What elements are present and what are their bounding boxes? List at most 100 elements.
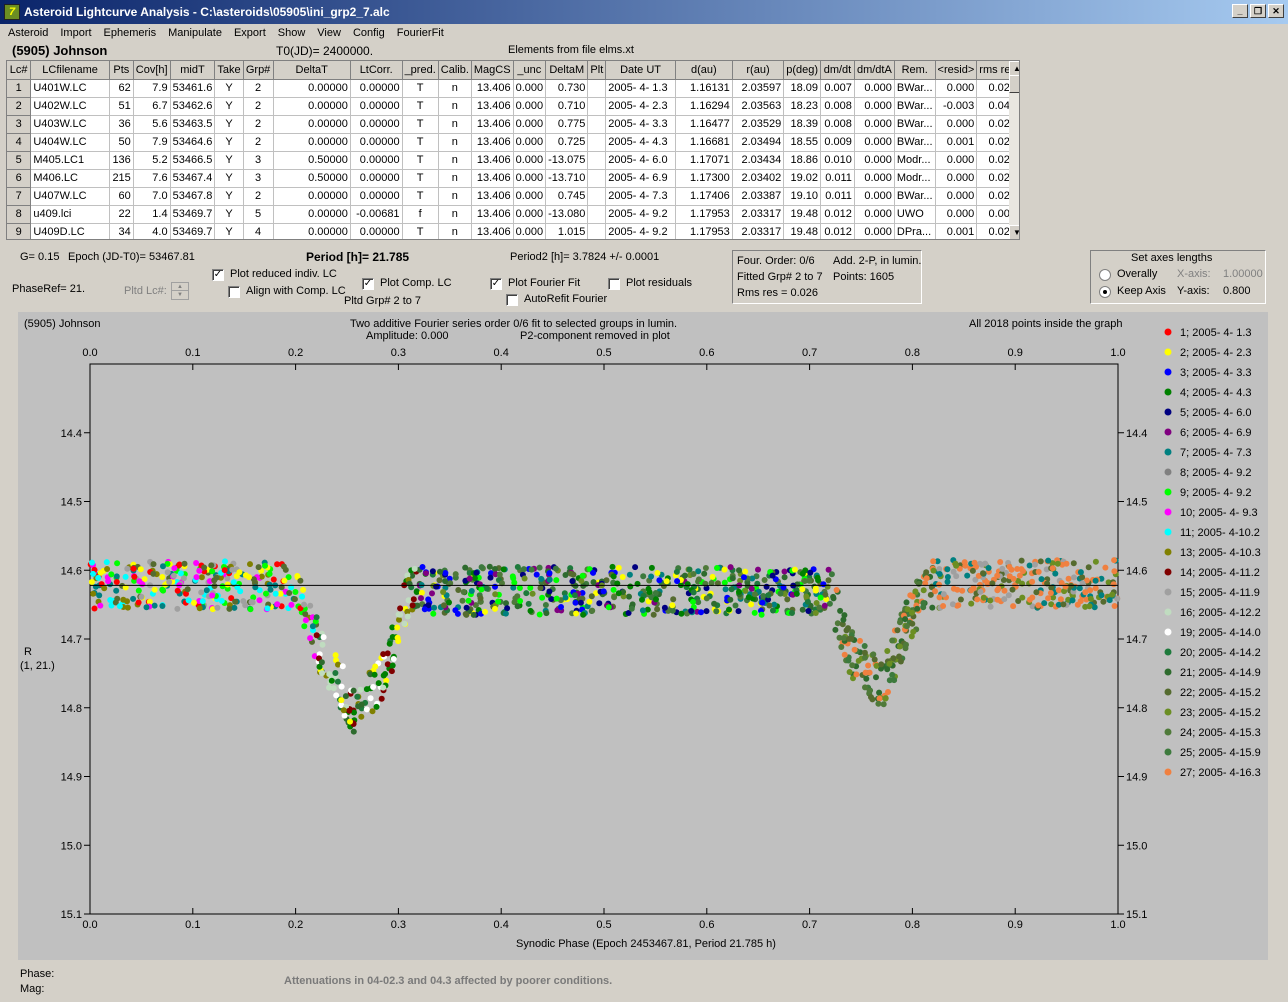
table-cell[interactable]: 13.406	[471, 205, 514, 224]
table-cell[interactable]: Modr...	[894, 169, 936, 188]
table-cell[interactable]: 13.406	[471, 151, 514, 170]
table-row[interactable]: 4 U404W.LC 50 7.9 53464.6 Y 2 0.00000 0.00000 Tn 1…	[7, 133, 1019, 152]
table-cell[interactable]	[587, 223, 607, 239]
menu-manipulate[interactable]: Manipulate	[162, 24, 228, 42]
row-number[interactable]: 3	[7, 115, 32, 134]
table-row[interactable]: 2 U402W.LC 51 6.7 53462.6 Y 2 0.00000 0.00000 Tn 1…	[7, 97, 1019, 116]
table-cell[interactable]: 7.9	[133, 79, 171, 98]
table-cell[interactable]: 18.09	[783, 79, 822, 98]
column-header[interactable]: Date UT	[605, 61, 676, 80]
menu-asteroid[interactable]: Asteroid	[2, 24, 54, 42]
table-cell[interactable]: 4.0	[133, 223, 171, 239]
table-cell[interactable]: 0.00000	[350, 133, 403, 152]
table-cell[interactable]: 0.011	[820, 169, 855, 188]
table-cell[interactable]: Y	[214, 223, 244, 239]
table-cell[interactable]: Y	[214, 151, 244, 170]
table-cell[interactable]: -0.00681	[350, 205, 403, 224]
table-cell[interactable]: T	[402, 115, 439, 134]
table-cell[interactable]: U409D.LC	[30, 223, 110, 239]
table-cell[interactable]: 0.000	[935, 169, 978, 188]
row-number[interactable]: 1	[7, 79, 32, 98]
table-cell[interactable]: 0.00000	[350, 223, 403, 239]
table-cell[interactable]: 0.000	[854, 79, 895, 98]
table-cell[interactable]: 0.775	[545, 115, 589, 134]
table-cell[interactable]: 0.000	[513, 187, 547, 206]
column-header[interactable]: <resid>	[935, 61, 978, 80]
table-cell[interactable]: 3	[243, 151, 274, 170]
table-cell[interactable]: 2005- 4- 6.0	[605, 151, 676, 170]
table-cell[interactable]: 1.17300	[675, 169, 733, 188]
menu-fourierfit[interactable]: FourierFit	[391, 24, 450, 42]
table-cell[interactable]: 0.012	[820, 205, 855, 224]
table-cell[interactable]: n	[438, 223, 472, 239]
table-cell[interactable]: 2.03434	[732, 151, 785, 170]
table-cell[interactable]: 53462.6	[170, 97, 216, 116]
table-cell[interactable]: 2005- 4- 9.2	[605, 205, 676, 224]
menu-export[interactable]: Export	[228, 24, 272, 42]
column-header[interactable]: MagCS	[471, 61, 514, 80]
table-cell[interactable]: 13.406	[471, 187, 514, 206]
table-cell[interactable]: 22	[109, 205, 134, 224]
table-cell[interactable]: 1.015	[545, 223, 589, 239]
plot-residuals-checkbox[interactable]	[608, 278, 620, 290]
table-cell[interactable]: 0.000	[513, 205, 547, 224]
table-cell[interactable]: 1.17953	[675, 205, 733, 224]
table-cell[interactable]: BWar...	[894, 133, 936, 152]
table-cell[interactable]: Y	[214, 97, 244, 116]
table-cell[interactable]: 0.000	[854, 169, 895, 188]
row-number[interactable]: 5	[7, 151, 32, 170]
column-header[interactable]: LtCorr.	[350, 61, 403, 80]
menu-view[interactable]: View	[311, 24, 347, 42]
table-cell[interactable]: 7.9	[133, 133, 171, 152]
column-header[interactable]: midT	[170, 61, 216, 80]
column-header[interactable]: dm/dtA	[854, 61, 895, 80]
row-number[interactable]: 9	[7, 223, 32, 239]
table-cell[interactable]: 3	[243, 169, 274, 188]
column-header[interactable]: Cov[h]	[133, 61, 171, 80]
row-number[interactable]: 7	[7, 187, 32, 206]
table-cell[interactable]: 0.000	[513, 97, 547, 116]
table-cell[interactable]: 53467.8	[170, 187, 216, 206]
table-cell[interactable]: 0.725	[545, 133, 589, 152]
table-cell[interactable]: 2005- 4- 3.3	[605, 115, 676, 134]
table-cell[interactable]	[587, 187, 607, 206]
table-cell[interactable]: 136	[109, 151, 134, 170]
x-axis-value[interactable]: 1.00000	[1223, 268, 1263, 280]
table-cell[interactable]: M406.LC	[30, 169, 110, 188]
column-header[interactable]: LCfilename	[30, 61, 110, 80]
table-cell[interactable]: 2	[243, 97, 274, 116]
table-cell[interactable]: 0.000	[854, 151, 895, 170]
table-cell[interactable]: 0.012	[820, 223, 855, 239]
table-cell[interactable]: 0.000	[854, 115, 895, 134]
table-cell[interactable]: T	[402, 169, 439, 188]
table-row[interactable]: 9 U409D.LC 34 4.0 53469.7 Y 4 0.00000 0.00000 Tn 1…	[7, 223, 1019, 239]
table-cell[interactable]: 0.008	[820, 97, 855, 116]
table-cell[interactable]: 53463.5	[170, 115, 216, 134]
column-header[interactable]: DeltaM	[545, 61, 589, 80]
table-cell[interactable]: 0.00000	[350, 97, 403, 116]
table-cell[interactable]: 0.007	[820, 79, 855, 98]
table-cell[interactable]: UWO	[894, 205, 936, 224]
column-header[interactable]: DeltaT	[273, 61, 351, 80]
table-cell[interactable]: n	[438, 169, 472, 188]
table-cell[interactable]: 0.000	[935, 115, 978, 134]
column-header[interactable]: r(au)	[732, 61, 785, 80]
table-cell[interactable]: -13.075	[545, 151, 589, 170]
table-cell[interactable]: 7.0	[133, 187, 171, 206]
table-cell[interactable]: 18.55	[783, 133, 822, 152]
table-cell[interactable]: 5.6	[133, 115, 171, 134]
table-cell[interactable]: T	[402, 223, 439, 239]
table-cell[interactable]: 2005- 4- 4.3	[605, 133, 676, 152]
table-cell[interactable]: 2.03317	[732, 223, 785, 239]
table-cell[interactable]: 2.03563	[732, 97, 785, 116]
table-cell[interactable]: 0.011	[820, 187, 855, 206]
table-cell[interactable]: 0.001	[935, 223, 978, 239]
table-cell[interactable]: 2	[243, 115, 274, 134]
table-cell[interactable]: 2.03317	[732, 205, 785, 224]
table-cell[interactable]: 0.000	[854, 205, 895, 224]
table-cell[interactable]: 2.03597	[732, 79, 785, 98]
table-cell[interactable]	[587, 205, 607, 224]
table-cell[interactable]: 0.008	[820, 115, 855, 134]
table-cell[interactable]: U401W.LC	[30, 79, 110, 98]
table-cell[interactable]: T	[402, 97, 439, 116]
